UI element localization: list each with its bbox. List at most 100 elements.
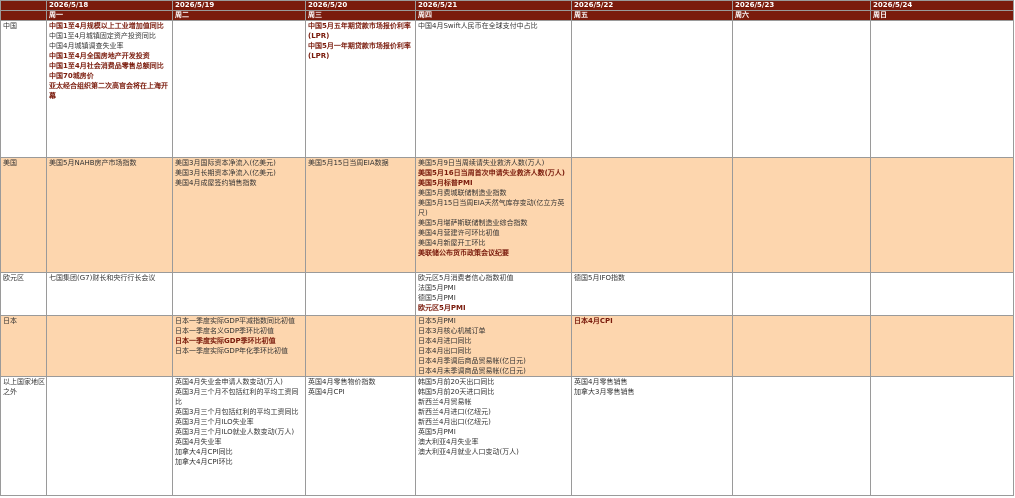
region-label: 欧元区: [0, 272, 47, 316]
date-header: 2026/5/19: [172, 0, 306, 11]
weekday-header: 周四: [415, 10, 572, 21]
corner-cell: [0, 10, 47, 21]
event-item: 日本一季度实际GDP年化季环比初值: [175, 347, 289, 355]
day-cell: 七国集团(G7)财长和央行行长会议: [46, 272, 173, 316]
event-item: 日本5月PMI: [418, 317, 456, 325]
date-header: 2026/5/24: [870, 0, 1014, 11]
weekday-header: 周六: [732, 10, 871, 21]
event-item: 中国4月城镇调查失业率: [49, 42, 124, 50]
event-item: 中国1至4月社会消费品零售总额同比: [49, 62, 164, 70]
event-item: 新西兰4月进口(亿纽元): [418, 408, 491, 416]
event-item: 韩国5月前20天出口同比: [418, 378, 495, 386]
event-item: 美国4月营建许可环比初值: [418, 229, 500, 237]
event-item: 中国1至4月城镇固定资产投资同比: [49, 32, 156, 40]
event-item: 日本4月出口同比: [418, 347, 472, 355]
event-item: 日本4月CPI: [574, 317, 613, 325]
event-item: 中国5月一年期贷款市场报价利率(LPR): [308, 42, 411, 60]
day-cell: [305, 315, 416, 377]
day-cell: [870, 157, 1014, 273]
day-cell: 日本5月PMI 日本3月核心机械订单 日本4月进口同比 日本4月出口同比日本4月季调后…: [415, 315, 572, 377]
day-cell: 英国4月零售销售 加拿大3月零售销售: [571, 376, 733, 496]
weekday-header: 周三: [305, 10, 416, 21]
event-item: 美国5月NAHB房产市场指数: [49, 159, 137, 167]
event-item: 美国5月标普PMI: [418, 179, 473, 187]
date-header: 2026/5/18: [46, 0, 173, 11]
event-item: 美国5月费城联储制造业指数: [418, 189, 507, 197]
region-row: 以上国家地区之外 英国4月失业金申请人数变动(万人) 英国3月三个月不包括红利的平均…: [0, 376, 1014, 496]
event-item: 日本4月进口同比: [418, 337, 472, 345]
event-item: 中国70城房价: [49, 72, 94, 80]
event-item: 美国3月国际资本净流入(亿美元): [175, 159, 276, 167]
day-cell: [870, 315, 1014, 377]
event-item: 加拿大3月零售销售: [574, 388, 635, 396]
event-item: 英国5月PMI: [418, 428, 456, 436]
day-cell: 日本一季度实际GDP平减指数同比初值 日本一季度名义GDP季环比初值日本一季度实际…: [172, 315, 306, 377]
day-cell: [305, 272, 416, 316]
day-cell: [571, 157, 733, 273]
event-item: 美国4月新屋开工环比: [418, 239, 486, 247]
region-label: 日本: [0, 315, 47, 377]
region-row: 欧元区 七国集团(G7)财长和央行行长会议 欧元区5月消费者信心指数初值 法国5月PM…: [0, 272, 1014, 316]
day-cell: 日本4月CPI: [571, 315, 733, 377]
day-cell: 英国4月失业金申请人数变动(万人) 英国3月三个月不包括红利的平均工资同比 英国3月…: [172, 376, 306, 496]
event-item: 英国4月零售物价指数: [308, 378, 376, 386]
day-cell: 韩国5月前20天出口同比 韩国5月前20天进口同比 新西兰4月贸易帐新西兰4月进口(…: [415, 376, 572, 496]
day-cell: 中国4月Swift人民币在全球支付中占比: [415, 20, 572, 158]
region-row: 日本 日本一季度实际GDP平减指数同比初值 日本一季度名义GDP季环比初值 日本一季度…: [0, 315, 1014, 377]
event-item: 日本3月核心机械订单: [418, 327, 486, 335]
event-item: 中国1至4月规模以上工业增加值同比: [49, 22, 164, 30]
day-cell: 美国3月国际资本净流入(亿美元) 美国3月长期资本净流入(亿美元) 美国4月成屋签约…: [172, 157, 306, 273]
event-item: 美国5月16日当周首次申请失业救济人数(万人): [418, 169, 566, 177]
day-cell: [46, 315, 173, 377]
day-cell: 英国4月零售物价指数 英国4月CPI: [305, 376, 416, 496]
event-item: 加拿大4月CPI同比: [175, 448, 233, 456]
day-cell: [870, 272, 1014, 316]
event-item: 英国4月零售销售: [574, 378, 628, 386]
event-item: 英国4月失业金申请人数变动(万人): [175, 378, 283, 386]
day-cell: 中国1至4月规模以上工业增加值同比 中国1至4月城镇固定资产投资同比 中国4月城镇调…: [46, 20, 173, 158]
event-item: 英国3月三个月包括红利的平均工资同比: [175, 408, 299, 416]
region-label: 美国: [0, 157, 47, 273]
event-item: 新西兰4月贸易帐: [418, 398, 472, 406]
event-item: 亚太经合组织第二次高官会将在上海开幕: [49, 82, 168, 100]
day-cell: [46, 376, 173, 496]
event-item: 日本4月未季调商品贸易帐(亿日元): [418, 367, 526, 375]
event-item: 日本4月季调后商品贸易帐(亿日元): [418, 357, 526, 365]
event-item: 新西兰4月出口(亿纽元): [418, 418, 491, 426]
event-item: 英国4月失业率: [175, 438, 222, 446]
day-cell: [732, 315, 871, 377]
day-cell: [172, 272, 306, 316]
event-item: 中国1至4月全国房地产开发投资: [49, 52, 150, 60]
corner-cell: [0, 0, 47, 11]
weekday-header: 周五: [571, 10, 733, 21]
event-item: 日本一季度实际GDP平减指数同比初值: [175, 317, 296, 325]
event-item: 德国5月IFO指数: [574, 274, 626, 282]
day-cell: [732, 272, 871, 316]
day-cell: 中国5月五年期贷款市场报价利率(LPR) 中国5月一年期贷款市场报价利率(LPR): [305, 20, 416, 158]
event-item: 美国5月15日当周EIA天然气库存变动(亿立方英尺): [418, 199, 565, 217]
event-item: 美国5月9日当周续请失业救济人数(万人): [418, 159, 545, 167]
event-item: 日本一季度名义GDP季环比初值: [175, 327, 275, 335]
event-item: 中国4月Swift人民币在全球支付中占比: [418, 22, 538, 30]
event-item: 加拿大4月CPI环比: [175, 458, 233, 466]
day-cell: 美国5月NAHB房产市场指数: [46, 157, 173, 273]
date-header: 2026/5/20: [305, 0, 416, 11]
day-cell: 德国5月IFO指数: [571, 272, 733, 316]
event-item: 美国5月堪萨斯联储制造业综合指数: [418, 219, 528, 227]
date-header-row: 2026/5/18 2026/5/19 2026/5/20 2026/5/21 …: [0, 0, 1014, 11]
event-item: 美国3月长期资本净流入(亿美元): [175, 169, 276, 177]
day-cell: [732, 376, 871, 496]
day-cell: 欧元区5月消费者信心指数初值 法国5月PMI 德国5月PMI 欧元区5月PMI: [415, 272, 572, 316]
event-item: 英国3月三个月ILO失业率: [175, 418, 254, 426]
event-item: 美联储公布货币政策会议纪要: [418, 249, 509, 257]
event-item: 韩国5月前20天进口同比: [418, 388, 495, 396]
event-item: 法国5月PMI: [418, 284, 456, 292]
weekday-header-row: 周一 周二 周三 周四 周五 周六 周日: [0, 10, 1014, 21]
region-row: 中国 中国1至4月规模以上工业增加值同比 中国1至4月城镇固定资产投资同比 中国4月城…: [0, 20, 1014, 158]
region-label: 以上国家地区之外: [0, 376, 47, 496]
weekday-header: 周日: [870, 10, 1014, 21]
event-item: 美国4月成屋签约销售指数: [175, 179, 257, 187]
region-label: 中国: [0, 20, 47, 158]
event-item: 英国4月CPI: [308, 388, 345, 396]
region-row: 美国 美国5月NAHB房产市场指数 美国3月国际资本净流入(亿美元) 美国3月长期资本…: [0, 157, 1014, 273]
